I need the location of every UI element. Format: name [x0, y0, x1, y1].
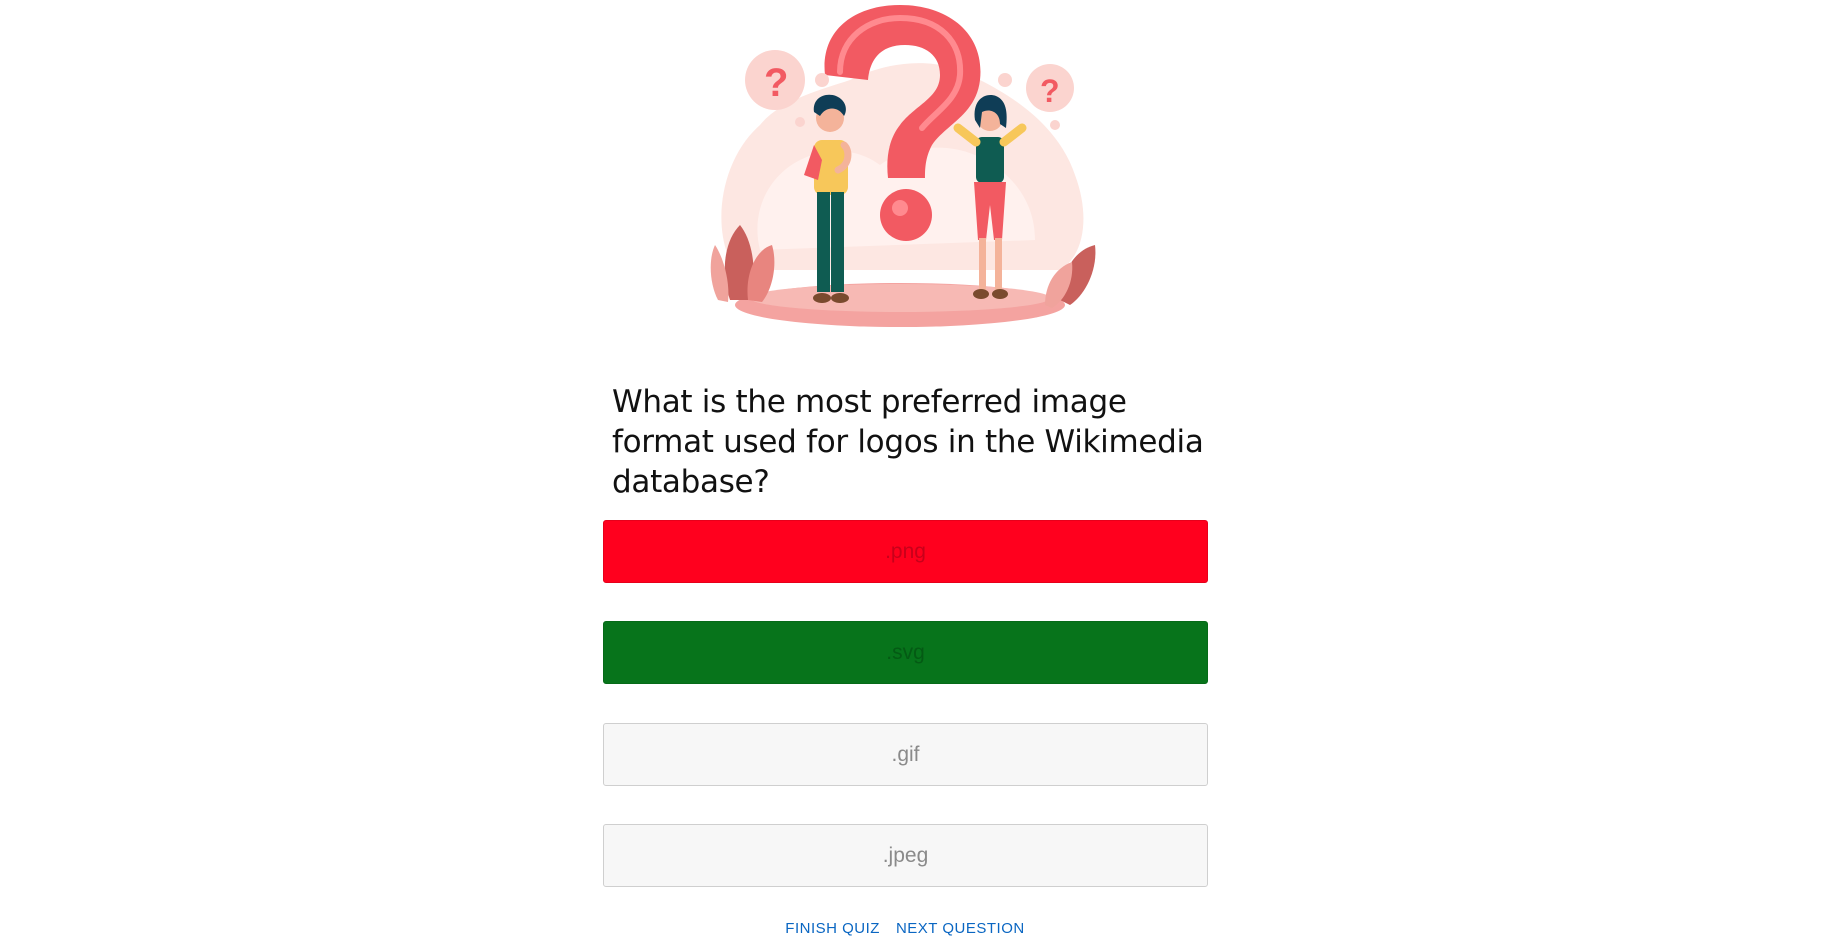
svg-text:?: ? — [764, 61, 788, 105]
quiz-actions: FINISH QUIZ NEXT QUESTION — [0, 920, 1810, 937]
finish-quiz-link[interactable]: FINISH QUIZ — [785, 920, 880, 937]
answer-option-gif[interactable]: .gif — [603, 723, 1208, 786]
answer-option-png[interactable]: .png — [603, 520, 1208, 583]
answer-option-jpeg[interactable]: .jpeg — [603, 824, 1208, 887]
next-question-link[interactable]: NEXT QUESTION — [896, 920, 1025, 937]
answer-option-svg[interactable]: .svg — [603, 621, 1208, 684]
question-illustration: ? ? — [710, 5, 1096, 327]
question-text: What is the most preferred image format … — [612, 384, 1204, 500]
svg-text:?: ? — [1040, 73, 1060, 109]
